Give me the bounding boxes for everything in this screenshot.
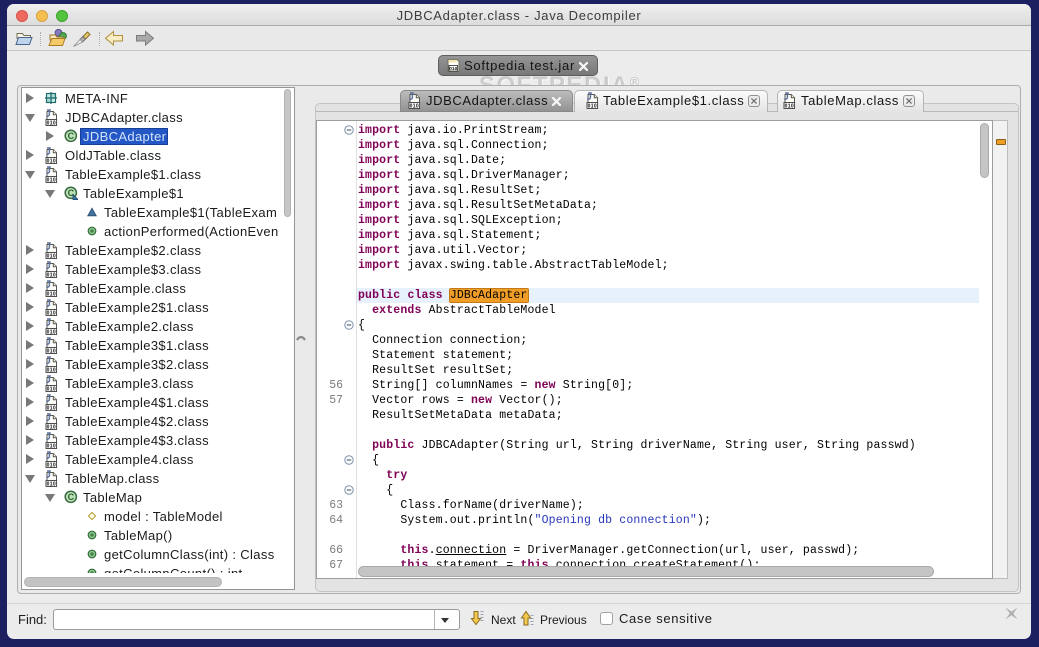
- svg-text:010: 010: [47, 481, 56, 487]
- svg-text:C: C: [68, 131, 75, 141]
- svg-text:010: 010: [47, 158, 56, 164]
- svg-text:010: 010: [47, 443, 56, 449]
- svg-text:010: 010: [47, 386, 56, 392]
- svg-text:010: 010: [47, 424, 56, 430]
- svg-text:010: 010: [410, 103, 419, 109]
- svg-text:010: 010: [47, 329, 56, 335]
- svg-text:010: 010: [449, 66, 457, 72]
- svg-text:010: 010: [47, 253, 56, 259]
- svg-text:C: C: [68, 492, 75, 502]
- svg-text:010: 010: [47, 405, 56, 411]
- svg-text:010: 010: [47, 120, 56, 126]
- svg-text:010: 010: [785, 103, 794, 109]
- svg-text:010: 010: [47, 177, 56, 183]
- svg-text:010: 010: [47, 462, 56, 468]
- svg-text:010: 010: [47, 310, 56, 316]
- svg-text:010: 010: [47, 367, 56, 373]
- svg-text:010: 010: [588, 103, 597, 109]
- svg-text:010: 010: [47, 348, 56, 354]
- svg-text:010: 010: [47, 272, 56, 278]
- svg-text:010: 010: [47, 291, 56, 297]
